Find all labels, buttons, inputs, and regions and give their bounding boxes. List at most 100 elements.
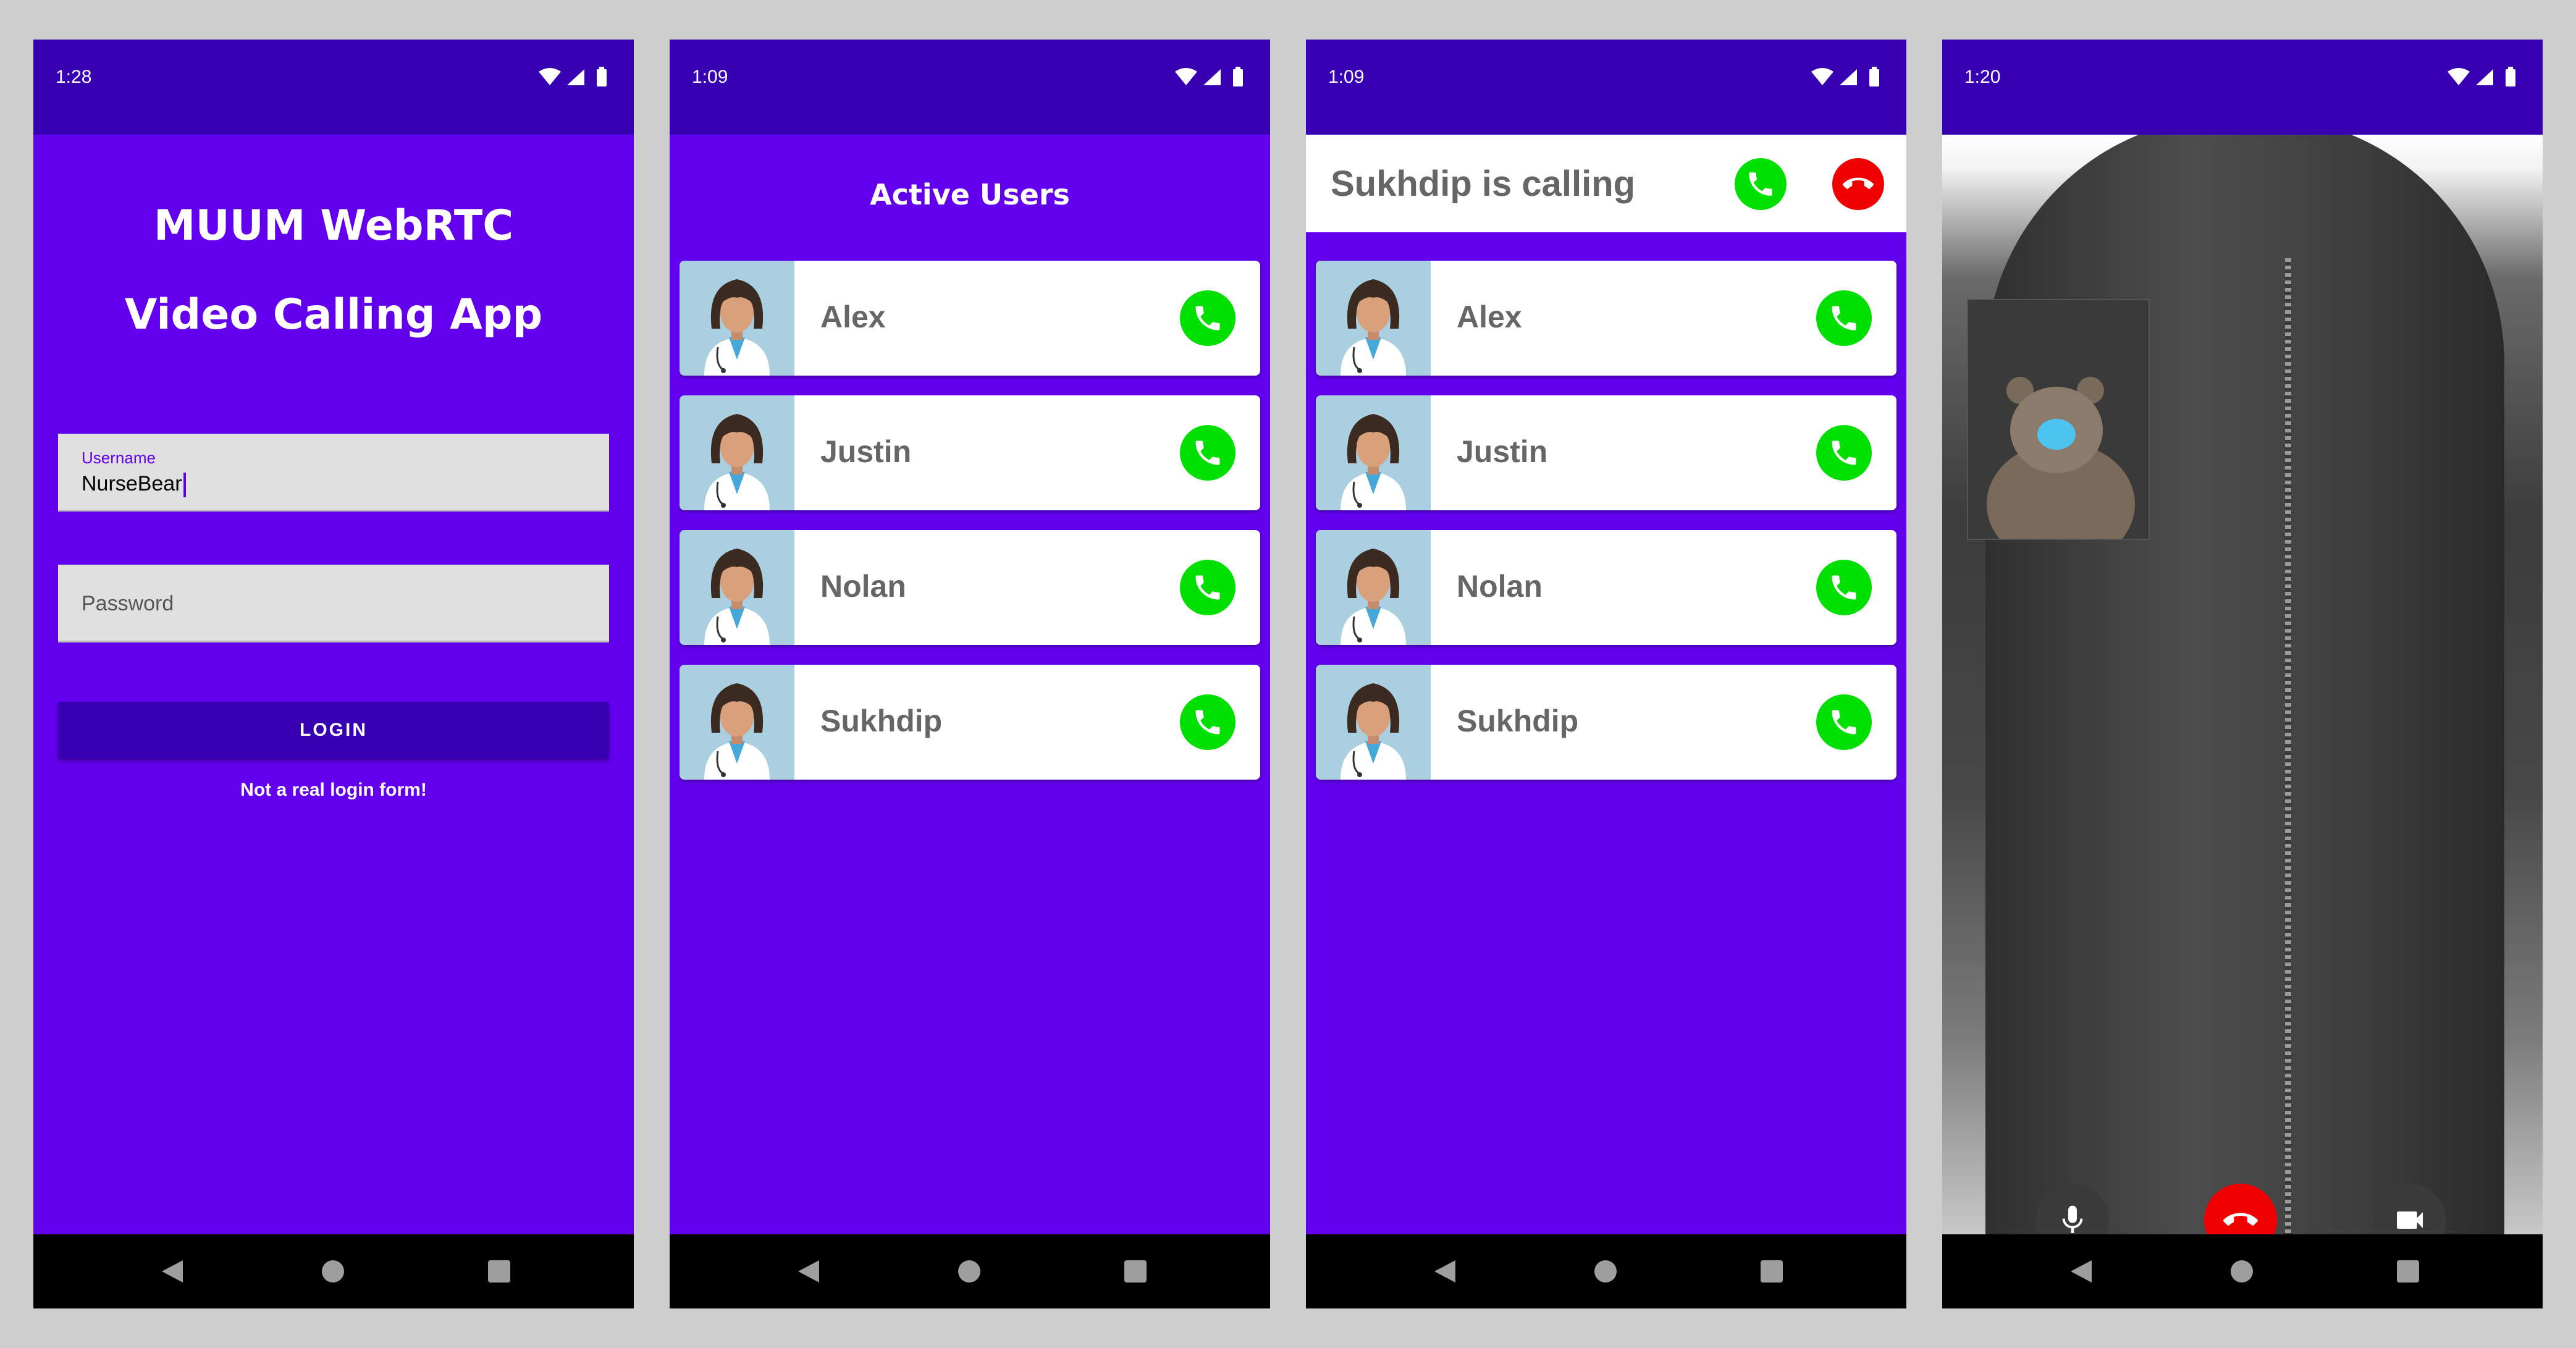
home-icon[interactable]: [2231, 1260, 2253, 1283]
phone-icon: [1749, 172, 1772, 196]
wifi-icon: [539, 68, 561, 85]
avatar: [680, 395, 794, 510]
call-button[interactable]: [1816, 560, 1872, 615]
phone-icon: [1832, 440, 1856, 465]
status-icons: [1811, 67, 1879, 86]
doctor-avatar-icon: [1341, 549, 1406, 645]
login-button[interactable]: LOGIN: [58, 702, 609, 759]
status-time: 1:28: [56, 67, 92, 87]
user-name: Alex: [1457, 300, 1522, 334]
user-card[interactable]: Justin: [1316, 395, 1896, 510]
user-name: Justin: [820, 434, 912, 469]
user-card[interactable]: Alex: [680, 261, 1260, 376]
phone-icon: [1832, 575, 1856, 600]
call-button[interactable]: [1180, 560, 1235, 615]
avatar: [1316, 530, 1431, 645]
status-bar: 1:20: [1942, 40, 2543, 135]
recents-icon[interactable]: [2397, 1260, 2419, 1283]
call-button[interactable]: [1180, 425, 1235, 481]
remote-video-zipper: [2285, 258, 2291, 1234]
nav-bar: [1942, 1234, 2543, 1308]
status-bar: 1:09: [670, 40, 1270, 135]
nav-bar: [670, 1234, 1270, 1308]
user-name: Alex: [820, 300, 886, 334]
text-caret: [183, 473, 186, 498]
doctor-avatar-icon: [1341, 683, 1406, 780]
status-bar: 1:28: [33, 40, 634, 135]
user-card[interactable]: Nolan: [1316, 530, 1896, 645]
avatar: [680, 530, 794, 645]
password-field[interactable]: Password: [58, 565, 609, 642]
call-button[interactable]: [1180, 290, 1235, 346]
username-value[interactable]: NurseBear: [82, 472, 186, 498]
incoming-call-banner: Sukhdip is calling: [1306, 135, 1906, 232]
doctor-avatar-icon: [704, 549, 770, 645]
doctor-avatar-icon: [1341, 414, 1406, 510]
microphone-icon: [2062, 1205, 2083, 1233]
user-name: Justin: [1457, 434, 1548, 469]
video-call-screen: 1:20: [1942, 40, 2543, 1308]
password-placeholder: Password: [82, 592, 174, 615]
avatar: [680, 665, 794, 780]
home-icon[interactable]: [322, 1260, 344, 1283]
username-label: Username: [82, 449, 156, 467]
accept-call-button[interactable]: [1735, 158, 1787, 210]
decline-call-button[interactable]: [1832, 158, 1884, 210]
user-card[interactable]: Justin: [680, 395, 1260, 510]
doctor-avatar-icon: [704, 683, 770, 780]
call-button[interactable]: [1816, 694, 1872, 750]
user-name: Nolan: [820, 569, 906, 604]
user-card[interactable]: Sukhdip: [680, 665, 1260, 780]
remote-video: [1942, 135, 2543, 1234]
user-name: Nolan: [1457, 569, 1543, 604]
call-button[interactable]: [1180, 694, 1235, 750]
avatar: [680, 261, 794, 376]
phone-icon: [1195, 440, 1220, 465]
status-time: 1:20: [1964, 67, 2001, 87]
status-icons: [1175, 67, 1243, 86]
status-bar: 1:09: [1306, 40, 1906, 135]
phone-icon: [1195, 306, 1220, 331]
recents-icon[interactable]: [488, 1260, 510, 1283]
phone-icon: [1195, 575, 1220, 600]
status-icons: [2448, 67, 2515, 86]
hangup-icon: [1843, 177, 1874, 189]
status-icons: [539, 67, 607, 86]
call-button[interactable]: [1816, 425, 1872, 481]
back-icon[interactable]: [798, 1260, 819, 1283]
user-card[interactable]: Alex: [1316, 261, 1896, 376]
avatar: [1316, 261, 1431, 376]
back-icon[interactable]: [162, 1260, 183, 1283]
app-title-line2: Video Calling App: [124, 290, 543, 339]
user-name: Sukhdip: [1457, 704, 1579, 738]
avatar: [1316, 395, 1431, 510]
doctor-avatar-icon: [1341, 279, 1406, 376]
user-name: Sukhdip: [820, 704, 943, 738]
battery-icon: [597, 69, 607, 86]
back-icon[interactable]: [1434, 1260, 1455, 1283]
phone-icon: [1195, 710, 1220, 735]
recents-icon[interactable]: [1124, 1260, 1147, 1283]
signal-icon: [567, 69, 584, 85]
username-field[interactable]: Username NurseBear: [58, 434, 609, 512]
video-camera-icon: [2397, 1211, 2423, 1229]
avatar: [1316, 665, 1431, 780]
page-title: Active Users: [870, 178, 1070, 211]
nav-bar: [33, 1234, 634, 1308]
call-button[interactable]: [1816, 290, 1872, 346]
incoming-call-screen: 1:09 Sukhdip is calling Alex Justin Nola…: [1306, 40, 1906, 1308]
status-time: 1:09: [692, 67, 728, 87]
local-video-preview[interactable]: [1967, 299, 2150, 540]
incoming-call-text: Sukhdip is calling: [1331, 164, 1636, 204]
back-icon[interactable]: [2071, 1260, 2092, 1283]
login-screen: 1:28 MUUM WebRTC Video Calling App Usern…: [33, 40, 634, 1308]
home-icon[interactable]: [958, 1260, 980, 1283]
phone-icon: [1832, 306, 1856, 331]
recents-icon[interactable]: [1761, 1260, 1783, 1283]
doctor-avatar-icon: [704, 279, 770, 376]
status-time: 1:09: [1328, 67, 1365, 87]
user-card[interactable]: Nolan: [680, 530, 1260, 645]
hangup-icon: [2223, 1213, 2258, 1226]
home-icon[interactable]: [1594, 1260, 1617, 1283]
user-card[interactable]: Sukhdip: [1316, 665, 1896, 780]
